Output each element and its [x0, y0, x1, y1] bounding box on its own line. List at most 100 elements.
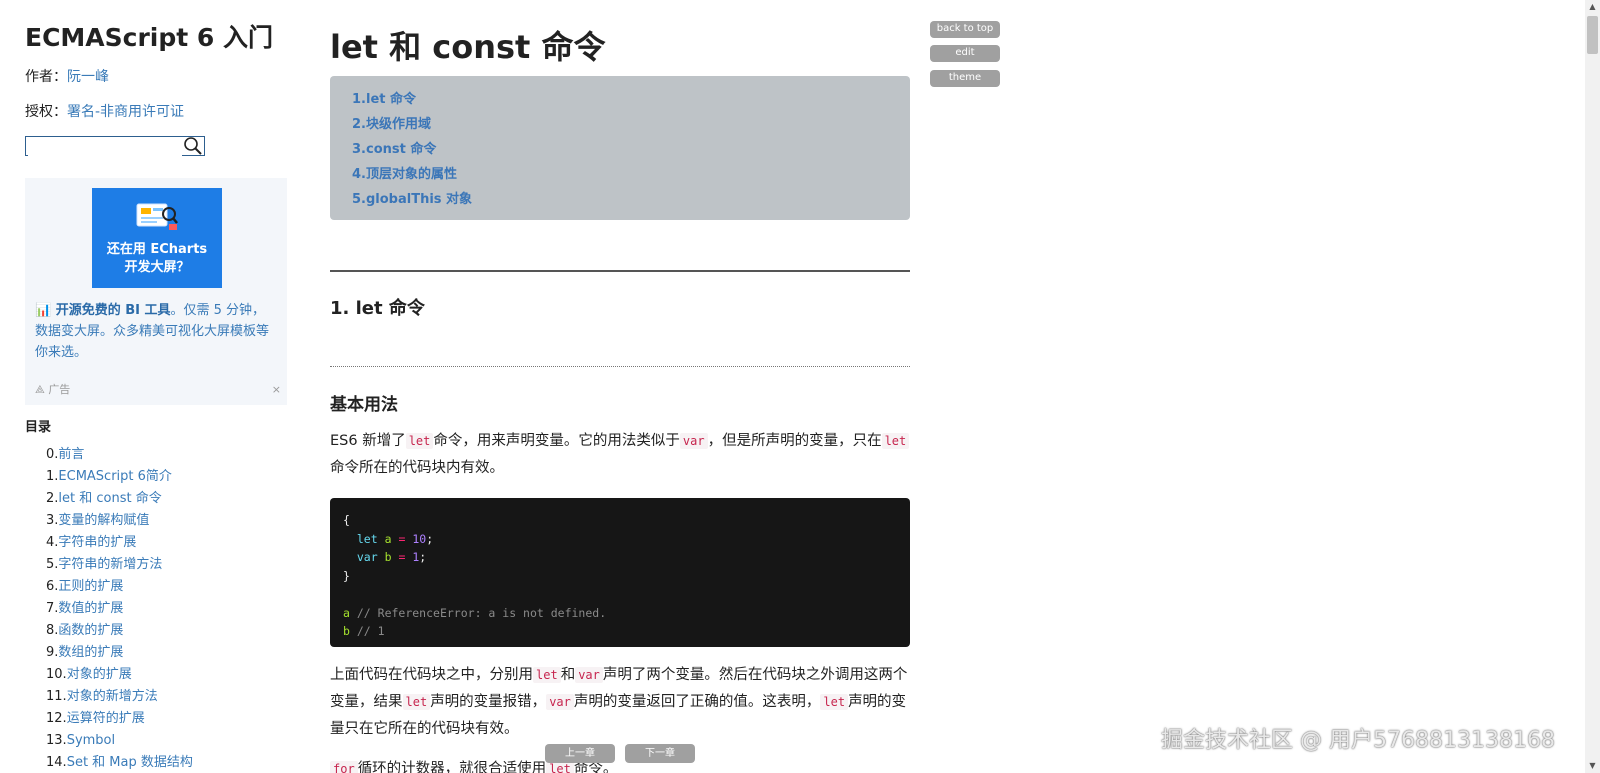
toc-item-link[interactable]: 字符串的新增方法 [58, 557, 162, 572]
page-toc-link[interactable]: 2.块级作用域 [352, 117, 431, 132]
toc-item-link[interactable]: 字符串的扩展 [58, 535, 136, 550]
page-toc-link[interactable]: 5.globalThis 对象 [352, 192, 472, 207]
text: ES6 新增了 [330, 433, 406, 449]
text: 上面代码在代码块之中，分别用 [330, 667, 533, 683]
toc-item-link[interactable]: 对象的新增方法 [67, 689, 158, 704]
ad-close-icon[interactable]: × [272, 383, 281, 396]
code-punct: ; [419, 550, 427, 564]
edit-button[interactable]: edit [930, 45, 1000, 62]
sidebar-toc-item: 6.正则的扩展 [46, 576, 193, 598]
toc-item-link[interactable]: let 和 const 命令 [58, 491, 161, 506]
page-toc-item: 1.let 命令 [352, 87, 472, 112]
next-chapter-button[interactable]: 下一章 [625, 744, 695, 763]
sidebar-toc-item: 3.变量的解构赋值 [46, 510, 193, 532]
search-box [25, 136, 205, 157]
code-comment: // ReferenceError: a is not defined. [356, 605, 607, 620]
text: 和 [560, 667, 576, 683]
code-variable: a [343, 605, 350, 620]
ad-footer-label: 广告 [48, 383, 71, 396]
page-toc-link[interactable]: 4.顶层对象的属性 [352, 167, 457, 182]
sidebar-toc-item: 0.前言 [46, 444, 193, 466]
toc-item-link[interactable]: ECMAScript 6简介 [58, 469, 172, 484]
code-operator: = [398, 531, 406, 546]
toc-item-link[interactable]: 函数的扩展 [58, 623, 123, 638]
toc-item-number: 0. [46, 447, 59, 462]
ad-banner[interactable]: 还在用 ECharts 开发大屏？ [92, 188, 222, 288]
toc-item-number: 5. [46, 557, 59, 572]
sidebar-toc-item: 9.数组的扩展 [46, 642, 193, 664]
sidebar-toc-item: 2.let 和 const 命令 [46, 488, 193, 510]
page-toc-item: 4.顶层对象的属性 [352, 162, 472, 187]
author-label: 作者： [25, 69, 67, 85]
toc-item-number: 14. [46, 755, 67, 770]
toc-item-number: 1. [46, 469, 59, 484]
toc-item-number: 8. [46, 623, 59, 638]
text: ，但是所声明的变量，只在 [707, 433, 882, 449]
toc-item-number: 2. [46, 491, 59, 506]
sidebar-toc-item: 13.Symbol [46, 730, 193, 752]
paragraph-2: 上面代码在代码块之中，分别用 let 和 var 声明了两个变量。然后在代码块之外调用这… [330, 662, 910, 743]
code-comment: // 1 [356, 624, 385, 638]
page-toc-item: 5.globalThis 对象 [352, 187, 472, 212]
text: 循环的计数器，就很合适使用 [357, 761, 547, 773]
subsection-heading: 基本用法 [330, 395, 398, 415]
code-block: { let a = 10; var b = 1; } a // Referenc… [330, 498, 910, 647]
toc-item-link[interactable]: 正则的扩展 [58, 579, 123, 594]
page-title: let 和 const 命令 [330, 28, 606, 66]
inline-code: var [575, 667, 603, 683]
search-input[interactable] [28, 139, 182, 157]
sidebar-toc-item: 10.对象的扩展 [46, 664, 193, 686]
inline-code: var [546, 694, 574, 710]
inline-code: for [330, 761, 358, 773]
sidebar-toc-item: 14.Set 和 Map 数据结构 [46, 752, 193, 773]
site-title[interactable]: ECMAScript 6 入门 [25, 18, 273, 54]
author-line: 作者：阮一峰 [25, 66, 109, 86]
code-number: 10 [412, 531, 427, 546]
inline-code: let [533, 667, 561, 683]
text: 声明的变量返回了正确的值。这表明， [573, 694, 821, 710]
license-label: 授权： [25, 104, 67, 120]
toc-item-link[interactable]: 数值的扩展 [58, 601, 123, 616]
sidebar-toc: 0.前言 1.ECMAScript 6简介 2.let 和 const 命令 3.变量… [46, 444, 193, 773]
text: 命令，用来声明变量。它的用法类似于 [433, 433, 680, 449]
author-link[interactable]: 阮一峰 [67, 69, 109, 85]
page-scrollbar[interactable]: ▲ ▼ [1585, 0, 1600, 773]
toc-item-link[interactable]: 变量的解构赋值 [58, 513, 149, 528]
toc-item-number: 9. [46, 645, 59, 660]
page-toc-item: 2.块级作用域 [352, 112, 472, 137]
sidebar-toc-item: 5.字符串的新增方法 [46, 554, 193, 576]
page-toc-link[interactable]: 1.let 命令 [352, 92, 416, 107]
code-keyword: var [356, 550, 378, 564]
toc-item-number: 7. [46, 601, 59, 616]
license-link[interactable]: 署名-非商用许可证 [67, 104, 184, 120]
subsection-divider [330, 366, 910, 367]
sidebar-toc-item: 11.对象的新增方法 [46, 686, 193, 708]
toc-item-link[interactable]: 运算符的扩展 [67, 711, 145, 726]
toc-item-link[interactable]: Symbol [67, 733, 115, 748]
toc-item-number: 12. [46, 711, 67, 726]
page-toc-link[interactable]: 3.const 命令 [352, 142, 436, 157]
back-to-top-button[interactable]: back to top [930, 21, 1000, 38]
toc-item-number: 3. [46, 513, 59, 528]
code-variable: b [384, 550, 392, 564]
paragraph-3: for 循环的计数器，就很合适使用 let 命令。 [330, 756, 910, 773]
ad-text[interactable]: 📊 开源免费的 BI 工具。仅需 5 分钟，数据变大屏。众多精美可视化大屏模板等… [35, 300, 275, 363]
section-divider [330, 270, 910, 272]
scroll-up-icon[interactable]: ▲ [1585, 0, 1600, 14]
toc-item-link[interactable]: Set 和 Map 数据结构 [67, 755, 193, 770]
inline-code: let [405, 433, 434, 449]
theme-button[interactable]: theme [930, 70, 1000, 87]
code-operator: = [398, 550, 406, 564]
search-icon[interactable] [183, 136, 203, 156]
paragraph-1: ES6 新增了 let 命令，用来声明变量。它的用法类似于 var ，但是所声明的变量，… [330, 428, 910, 482]
toc-item-link[interactable]: 数组的扩展 [58, 645, 123, 660]
scroll-down-icon[interactable]: ▼ [1585, 759, 1600, 773]
page-scroll-thumb[interactable] [1587, 16, 1598, 54]
toc-item-link[interactable]: 对象的扩展 [67, 667, 132, 682]
code-line: } [343, 568, 350, 583]
toc-item-link[interactable]: 前言 [58, 447, 84, 462]
main-content: let 和 const 命令 1.let 命令 2.块级作用域 3.const 命令… [305, 0, 1550, 773]
sidebar: ECMAScript 6 入门 作者：阮一峰 授权：署名-非商用许可证 还在用 … [0, 0, 288, 773]
prev-chapter-button[interactable]: 上一章 [545, 744, 615, 763]
inline-code: let [402, 694, 431, 710]
